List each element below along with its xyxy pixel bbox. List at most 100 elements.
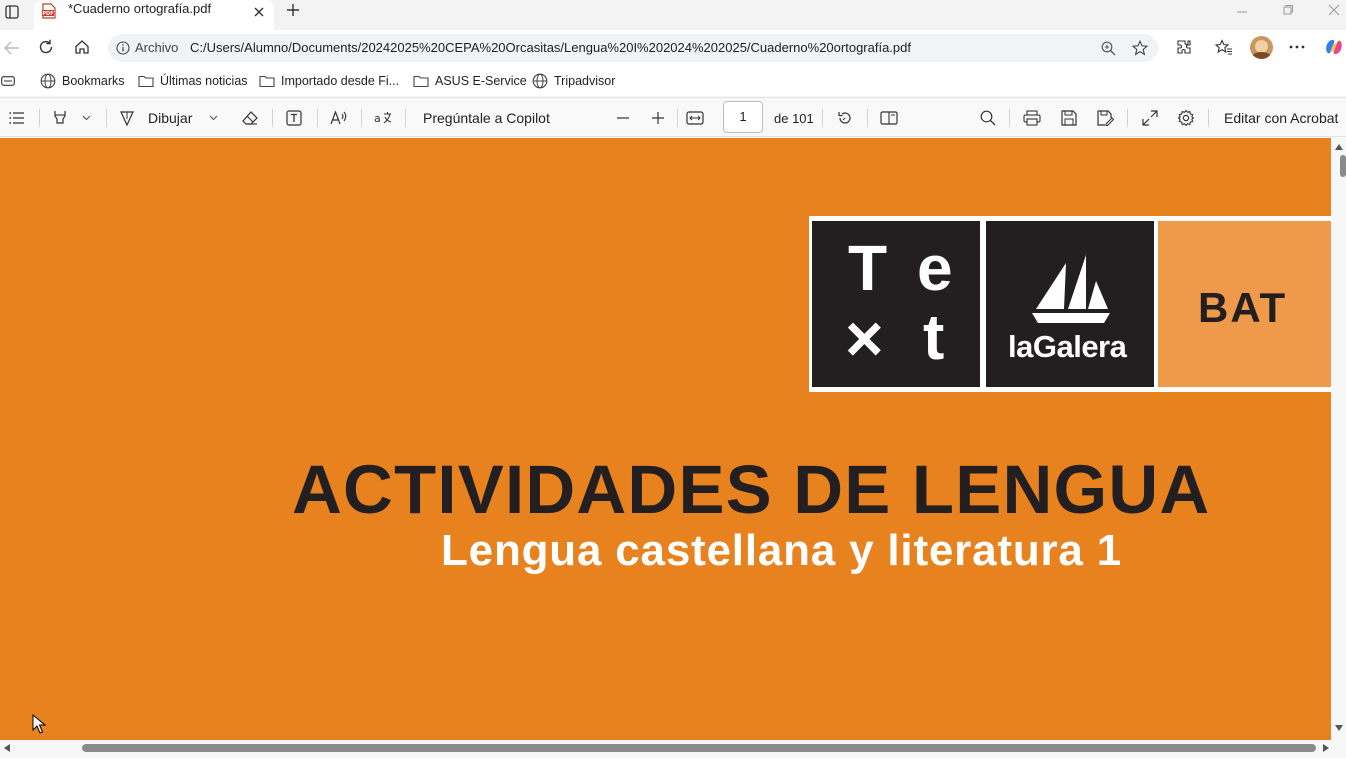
separator	[677, 109, 678, 127]
folder-icon	[259, 74, 281, 88]
horizontal-scrollbar[interactable]	[0, 740, 1346, 758]
ask-copilot-button[interactable]: Pregúntale a Copilot	[423, 110, 550, 126]
publisher-name: laGalera	[1008, 329, 1127, 364]
address-url[interactable]: C:/Users/Alumno/Documents/20242025%20CEP…	[190, 40, 911, 55]
bookmark-item[interactable]: Últimas noticias	[138, 72, 248, 90]
logo-letter: t	[923, 301, 945, 373]
level-label: BAT	[1198, 284, 1288, 331]
document-subtitle: Lengua castellana y literatura 1	[441, 526, 1122, 575]
tab-strip: PDF *Cuaderno ortografía.pdf	[0, 0, 1346, 30]
bookmark-item[interactable]: ASUS E-Service	[413, 72, 527, 90]
edit-with-acrobat-button[interactable]: Editar con Acrobat	[1224, 110, 1338, 126]
read-aloud-icon[interactable]	[328, 107, 350, 129]
scroll-left-arrow-icon[interactable]	[4, 744, 10, 752]
globe-icon	[532, 73, 554, 89]
save-as-icon[interactable]	[1094, 107, 1116, 129]
navigation-bar: Archivo C:/Users/Alumno/Documents/202420…	[0, 30, 1346, 66]
fit-width-icon[interactable]	[684, 107, 706, 129]
document-title: ACTIVIDADES DE LENGUA	[292, 451, 1211, 528]
publisher-logo-banner: T e × t laGalera BAT	[809, 216, 1331, 392]
page-number-input[interactable]: 1	[723, 101, 763, 133]
bookmark-label: Importado desde Fi...	[281, 74, 400, 88]
more-options-icon[interactable]	[1287, 37, 1307, 57]
zoom-in-icon[interactable]	[647, 107, 669, 129]
copilot-icon[interactable]	[1323, 36, 1345, 58]
bookmark-label: Últimas noticias	[160, 74, 248, 88]
minimize-icon[interactable]	[1232, 0, 1252, 20]
extensions-icon[interactable]	[1174, 37, 1194, 57]
bookmark-item[interactable]: Tripadvisor	[532, 72, 615, 90]
bookmark-label: Bookmarks	[62, 74, 125, 88]
bookmark-label: ASUS E-Service	[435, 74, 527, 88]
scroll-up-arrow-icon[interactable]	[1335, 144, 1343, 150]
scroll-right-arrow-icon[interactable]	[1323, 744, 1329, 752]
zoom-icon[interactable]	[1098, 38, 1118, 58]
folder-icon	[138, 74, 160, 88]
separator	[867, 109, 868, 127]
contents-list-icon[interactable]	[6, 107, 28, 129]
translate-icon[interactable]: a	[372, 107, 394, 129]
globe-icon	[40, 73, 62, 89]
bookmarks-bar: Bookmarks Últimas noticias Importado des…	[0, 66, 1346, 96]
print-icon[interactable]	[1021, 107, 1043, 129]
horizontal-scroll-thumb[interactable]	[82, 744, 1316, 752]
vertical-scroll-thumb[interactable]	[1340, 155, 1346, 177]
folder-icon	[413, 74, 435, 88]
separator	[361, 109, 362, 127]
draw-button[interactable]: Dibujar	[148, 110, 192, 126]
close-tab-icon[interactable]	[250, 3, 268, 21]
separator	[272, 109, 273, 127]
separator	[405, 109, 406, 127]
vertical-scrollbar[interactable]	[1331, 138, 1346, 740]
collections-icon[interactable]	[0, 71, 16, 91]
close-window-icon[interactable]	[1324, 0, 1344, 20]
settings-gear-icon[interactable]	[1175, 107, 1197, 129]
tab-title: *Cuaderno ortografía.pdf	[68, 1, 212, 16]
bookmark-label: Tripadvisor	[554, 74, 616, 88]
draw-icon[interactable]	[117, 107, 137, 129]
separator	[106, 109, 107, 127]
save-icon[interactable]	[1058, 107, 1080, 129]
mouse-cursor-icon	[32, 714, 46, 734]
search-icon[interactable]	[977, 107, 999, 129]
chevron-down-icon[interactable]	[80, 111, 92, 125]
home-icon[interactable]	[72, 37, 92, 57]
highlight-icon[interactable]	[50, 107, 70, 129]
pdf-file-icon: PDF	[42, 3, 56, 19]
separator	[822, 109, 823, 127]
address-scheme: Archivo	[135, 40, 179, 55]
profile-avatar[interactable]	[1250, 36, 1273, 59]
address-bar[interactable]: Archivo C:/Users/Alumno/Documents/202420…	[108, 34, 1158, 62]
active-tab[interactable]: PDF *Cuaderno ortografía.pdf	[34, 0, 274, 30]
tab-actions-icon[interactable]	[2, 2, 22, 22]
page-total: de 101	[774, 111, 814, 126]
eraser-icon[interactable]	[239, 107, 261, 129]
fullscreen-icon[interactable]	[1139, 107, 1161, 129]
text-logo-box: T e × t	[812, 221, 980, 387]
new-tab-icon[interactable]	[283, 0, 303, 20]
logo-letter: ×	[845, 301, 884, 375]
back-icon[interactable]	[2, 38, 22, 58]
svg-text:a: a	[374, 112, 381, 125]
scroll-down-arrow-icon[interactable]	[1335, 725, 1343, 731]
text-box-icon[interactable]	[283, 107, 305, 129]
svg-text:PDF: PDF	[42, 11, 53, 17]
page-view-icon[interactable]	[878, 107, 900, 129]
info-icon[interactable]	[116, 41, 130, 55]
separator	[1208, 109, 1209, 127]
favorite-star-icon[interactable]	[1130, 38, 1150, 58]
separator	[1009, 109, 1010, 127]
pdf-toolbar: Dibujar a Pregúntale a Copilot 1 de 101	[0, 97, 1346, 137]
bookmark-item[interactable]: Importado desde Fi...	[259, 72, 399, 90]
favorites-icon[interactable]	[1214, 37, 1234, 57]
chevron-down-icon[interactable]	[207, 111, 219, 125]
separator	[1127, 109, 1128, 127]
level-box: BAT	[1158, 221, 1331, 387]
rotate-icon[interactable]	[834, 107, 856, 129]
restore-icon[interactable]	[1278, 0, 1298, 20]
zoom-out-icon[interactable]	[612, 107, 634, 129]
separator	[39, 109, 40, 127]
pdf-page[interactable]: T e × t laGalera BAT ACTIVIDADES DE LENG…	[0, 138, 1331, 740]
bookmark-item[interactable]: Bookmarks	[40, 72, 125, 90]
refresh-icon[interactable]	[36, 37, 56, 57]
